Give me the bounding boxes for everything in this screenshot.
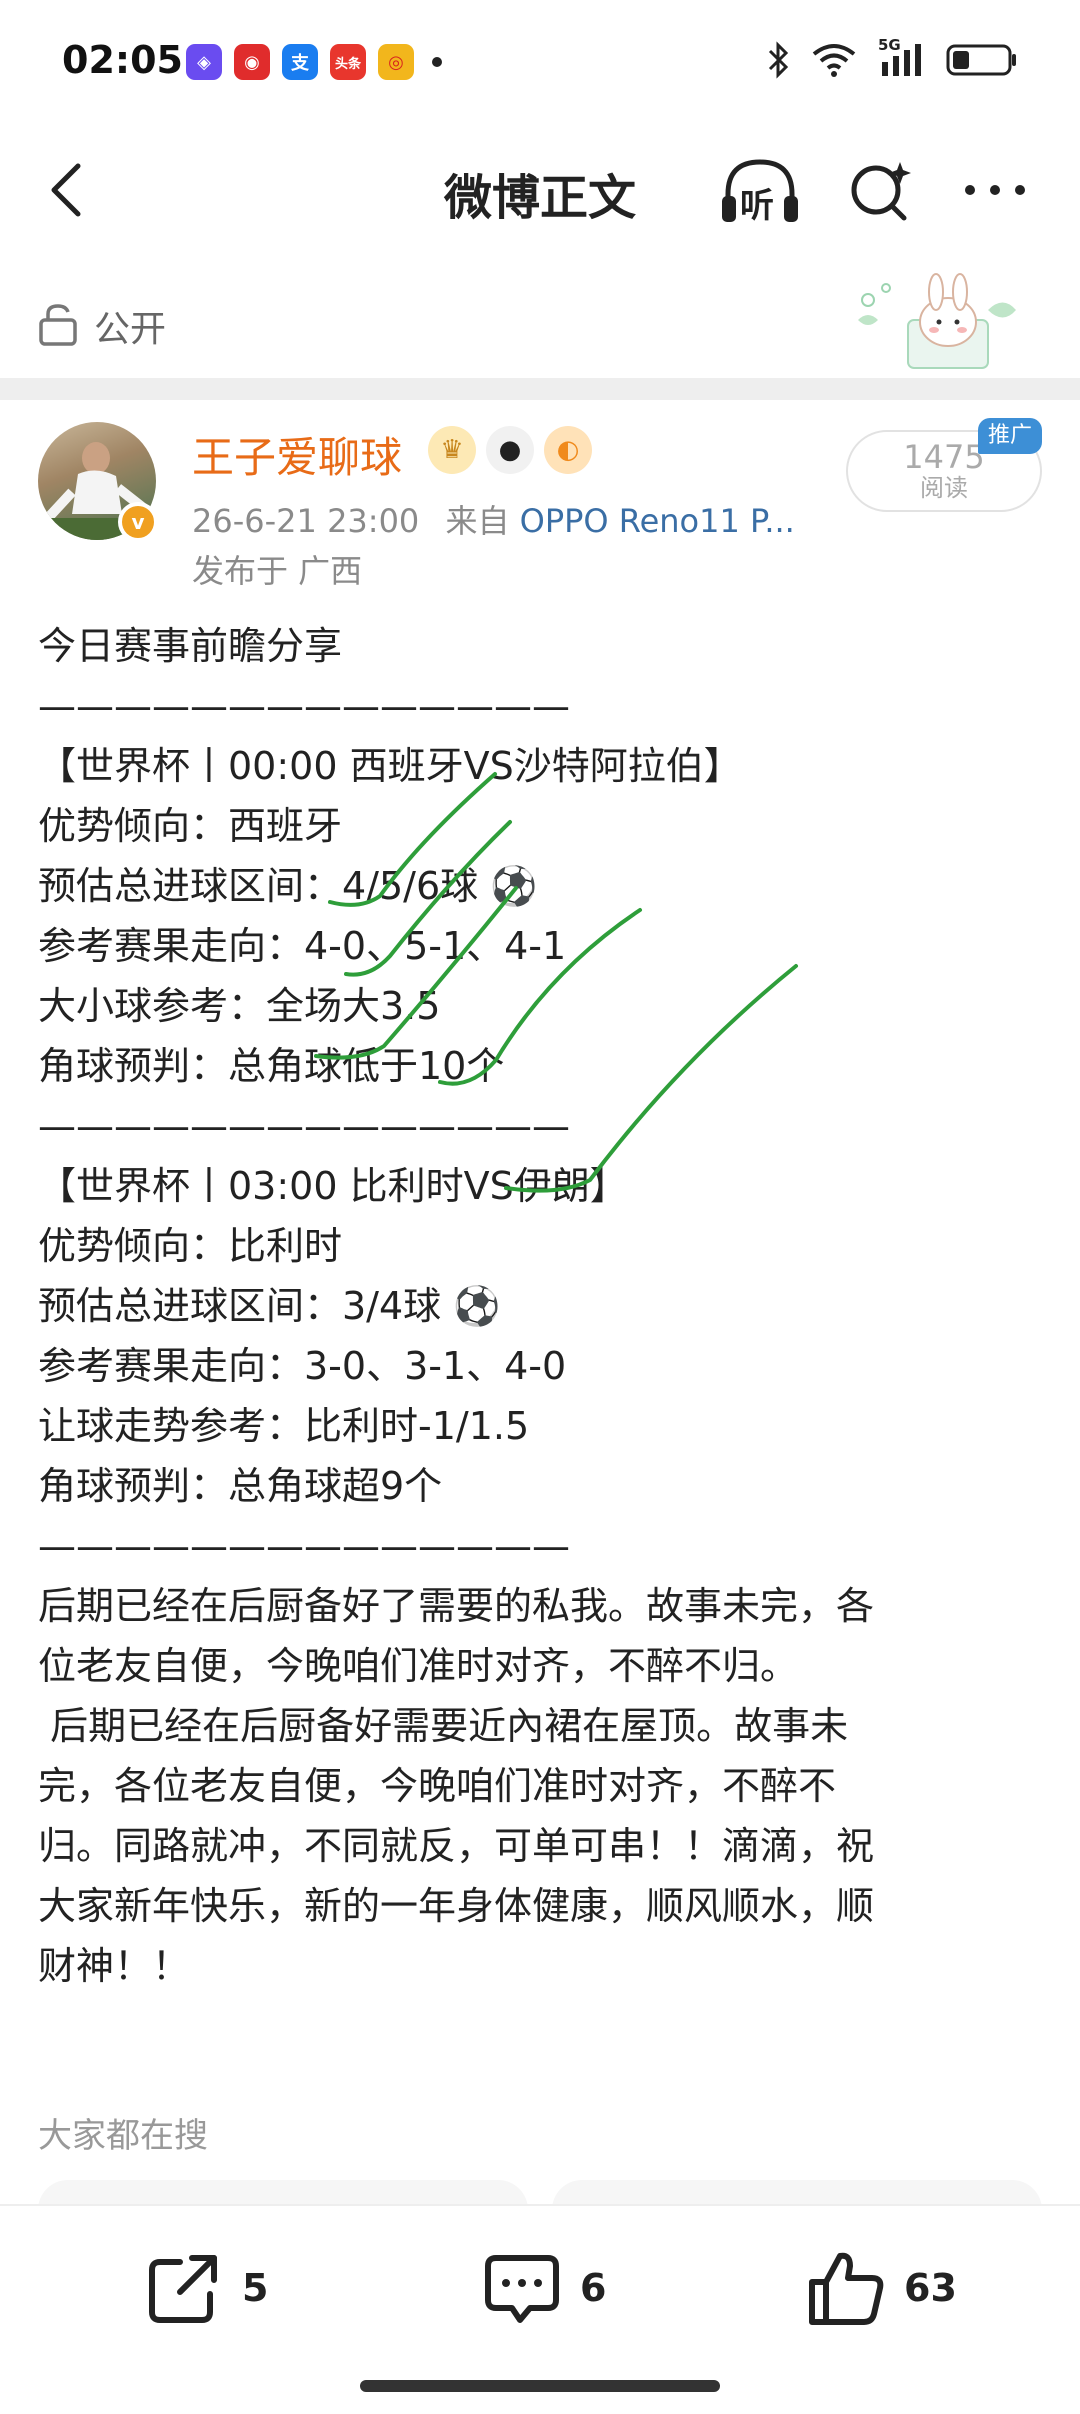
visibility-label: 公开 — [94, 309, 167, 350]
status-bar: 02:05 ◈ ◉ 支 头条 ◎ 5G — [0, 0, 1080, 120]
post-line: 优势倾向：西班牙 — [38, 804, 343, 848]
post-line: 大家新年快乐，新的一年身体健康，顺风顺水，顺 — [38, 1884, 875, 1928]
like-button[interactable]: 63 — [806, 2248, 957, 2328]
post-line: 后期已经在后厨备好需要近內裙在屋顶。故事未 — [38, 1704, 849, 1748]
more-notifications-dot — [432, 57, 442, 67]
post-line: 今日赛事前瞻分享 — [38, 624, 343, 668]
post-line: 位老友自便，今晚咱们准时对齐，不醉不归。 — [38, 1644, 799, 1688]
comment-button[interactable]: 6 — [482, 2248, 606, 2328]
wifi-icon — [812, 44, 856, 77]
post-line: 参考赛果走向：3-0、3-1、4-0 — [38, 1344, 567, 1388]
status-right: 5G — [766, 36, 1018, 80]
share-count: 5 — [242, 2266, 269, 2310]
like-count: 63 — [904, 2266, 957, 2310]
post-line: 优势倾向：比利时 — [38, 1224, 343, 1268]
shield-app-icon: ◈ — [186, 44, 222, 80]
share-button[interactable]: 5 — [144, 2248, 268, 2328]
nav-divider — [0, 378, 1080, 400]
crown-icon: ♛ — [428, 426, 476, 474]
search-icon[interactable] — [846, 156, 916, 226]
toutiao-icon: 头条 — [330, 44, 366, 80]
fish-icon: ◐ — [544, 426, 592, 474]
signal-icon: 5G — [878, 36, 926, 80]
post-meta: 26-6-21 23:00 来自 OPPO Reno11 P... — [192, 496, 795, 542]
action-bar: 5 6 63 — [0, 2204, 1080, 2414]
post-line: —————————————— — [38, 684, 570, 728]
share-icon — [149, 2255, 217, 2323]
author-badges: ♛ ● ◐ — [428, 426, 592, 474]
post-line: 完，各位老友自便，今晚咱们准时对齐，不醉不 — [38, 1764, 837, 1808]
visibility-row[interactable]: 公开 — [0, 270, 1080, 380]
post-line: 角球预判：总角球低于10个 — [38, 1044, 505, 1088]
promo-tag: 推广 — [978, 418, 1043, 454]
source-prefix: 来自 — [445, 502, 510, 540]
listen-label: 听 — [740, 186, 774, 226]
post-line: —————————————— — [38, 1104, 570, 1148]
page-title: 微博正文 — [443, 170, 636, 226]
post-line: 后期已经在后厨备好了需要的私我。故事未完，各 — [38, 1584, 875, 1628]
post-line: 预估总进球区间：4/5/6球 ⚽ — [38, 864, 538, 908]
bunny-sticker-icon — [858, 273, 1016, 369]
author-name[interactable]: 王子爱聊球 — [192, 424, 402, 485]
post-line: 财神！！ — [38, 1944, 191, 1988]
post-line: 参考赛果走向：4-0、5-1、4-1 — [38, 924, 567, 968]
post-line: 归。同路就冲，不同就反，可单可串！！滴滴，祝 — [38, 1824, 875, 1868]
post-line: 【世界杯丨03:00 比利时VS伊朗】 — [38, 1164, 628, 1208]
post-line: 让球走势参考：比利时-1/1.5 — [38, 1404, 530, 1448]
status-time: 02:05 — [62, 38, 183, 82]
post-body: 今日赛事前瞻分享 —————————————— 【世界杯丨00:00 西班牙VS… — [38, 616, 1048, 1996]
listen-button[interactable]: 听 — [718, 154, 802, 230]
post-line: 预估总进球区间：3/4球 ⚽ — [38, 1284, 501, 1328]
post-line: 大小球参考：全场大3.5 — [38, 984, 441, 1028]
panda-icon: ● — [486, 426, 534, 474]
comment-icon — [485, 2255, 559, 2323]
verified-badge: v — [118, 502, 158, 542]
post-line: —————————————— — [38, 1524, 570, 1568]
nav-bar: 微博正文 听 — [0, 130, 1080, 400]
like-icon — [809, 2252, 884, 2325]
battery-icon — [946, 44, 1016, 76]
netease-music-icon: ◉ — [234, 44, 270, 80]
bluetooth-icon — [768, 41, 789, 79]
weibo-icon: ◎ — [378, 44, 414, 80]
network-type: 5G — [878, 36, 901, 54]
post-source[interactable]: OPPO Reno11 P... — [520, 502, 795, 540]
alipay-icon: 支 — [282, 44, 318, 80]
more-icon[interactable] — [960, 170, 1030, 210]
status-app-icons: ◈ ◉ 支 头条 ◎ — [186, 44, 442, 80]
comment-count: 6 — [580, 2266, 607, 2310]
post-timestamp: 26-6-21 23:00 — [192, 502, 420, 540]
home-indicator[interactable] — [360, 2380, 720, 2392]
post-location: 发布于 广西 — [192, 552, 363, 590]
post-line: 角球预判：总角球超9个 — [38, 1464, 443, 1508]
unlock-icon — [39, 304, 77, 346]
post-line: 【世界杯丨00:00 西班牙VS沙特阿拉伯】 — [38, 744, 742, 788]
hot-search-label: 大家都在搜 — [38, 2116, 208, 2156]
read-label: 阅读 — [920, 474, 968, 502]
